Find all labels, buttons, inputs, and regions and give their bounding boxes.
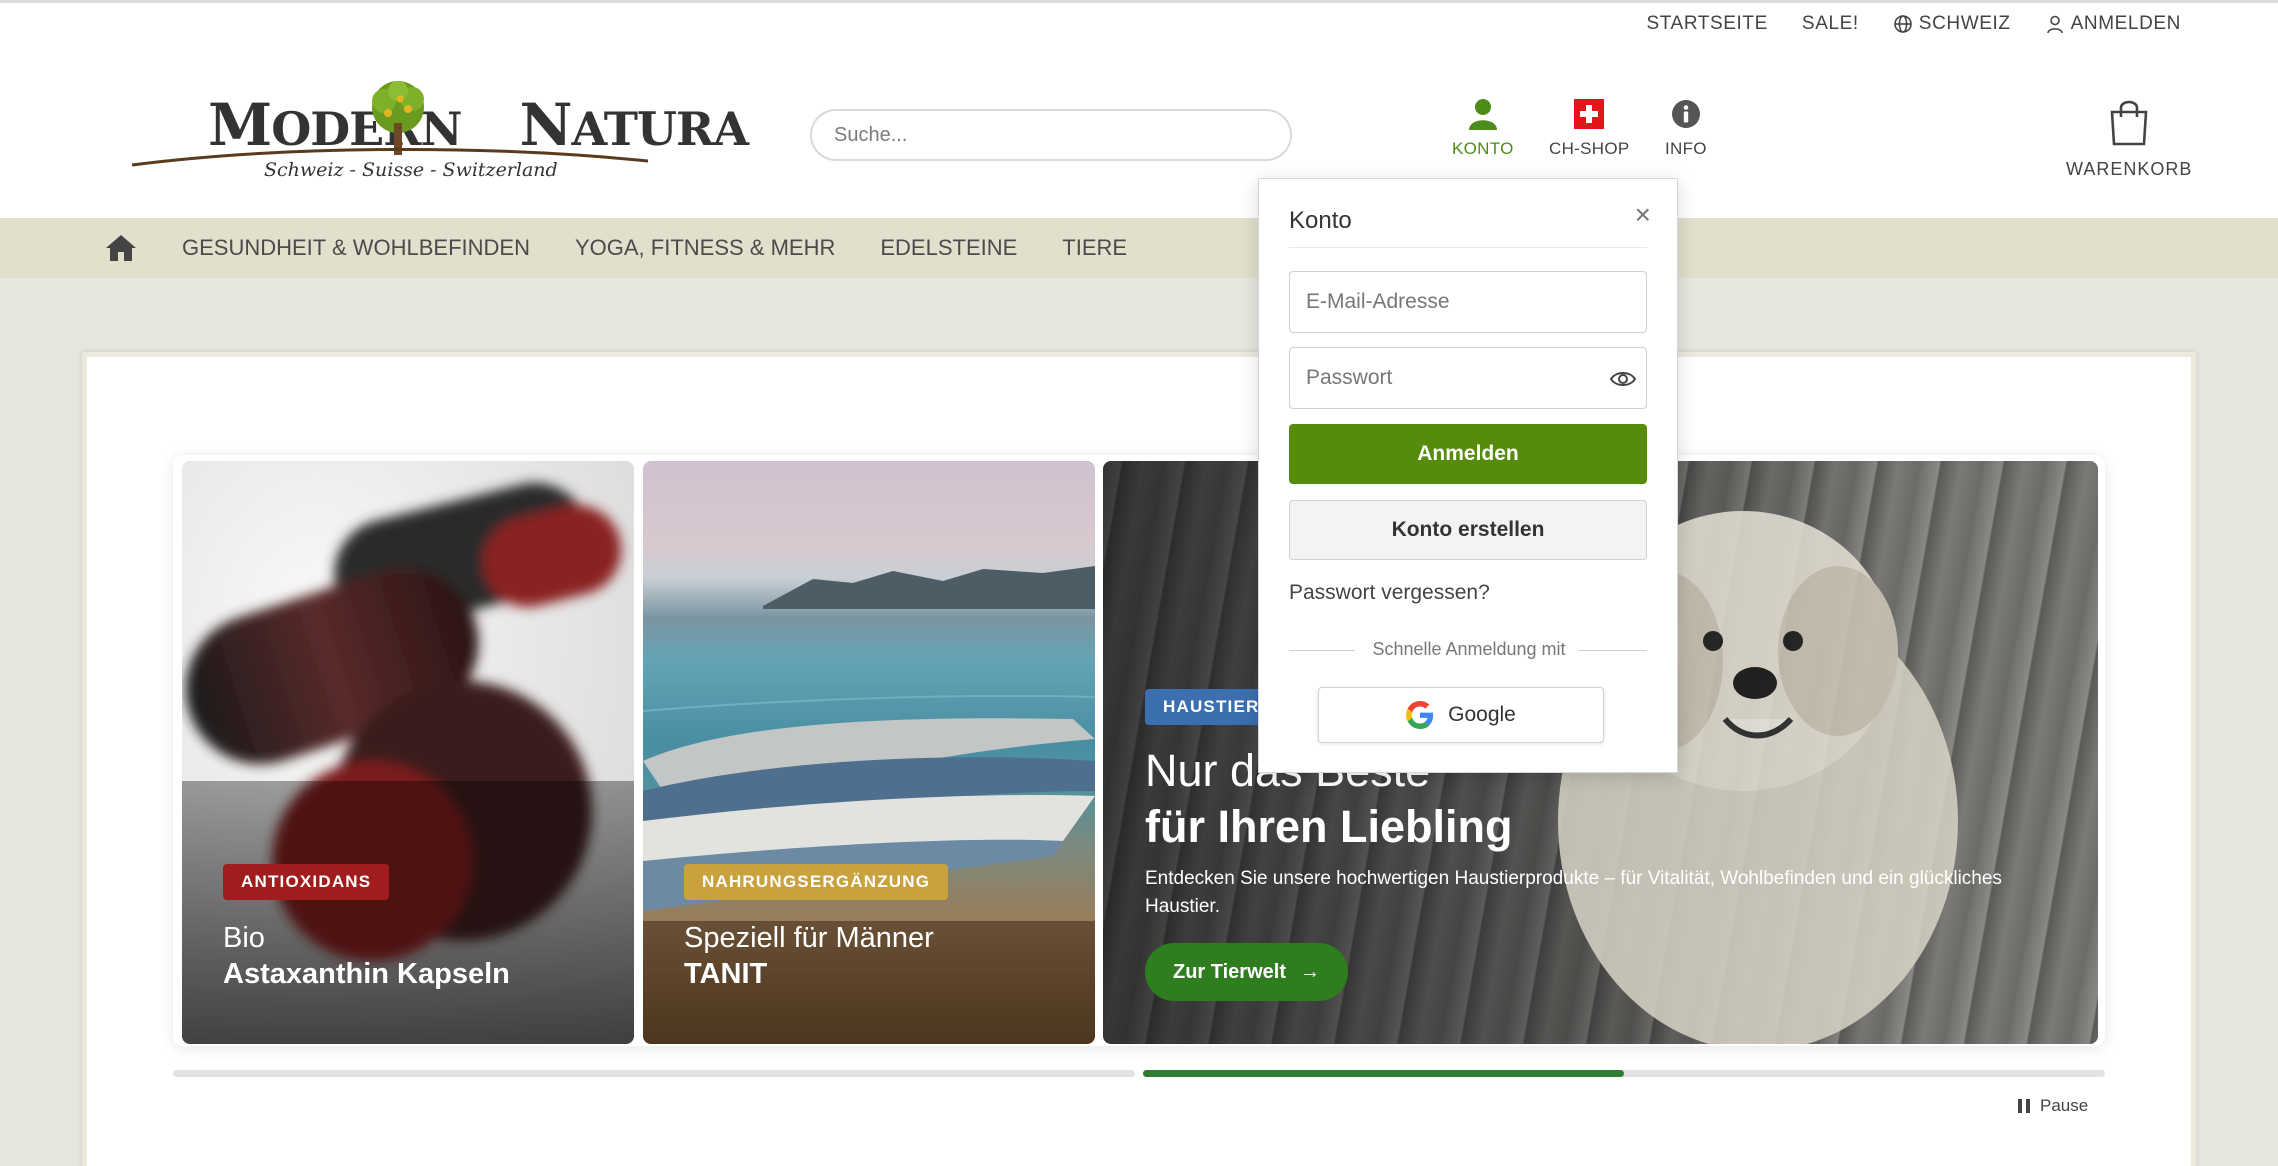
password-field[interactable] bbox=[1289, 347, 1647, 409]
slide2-line2: TANIT bbox=[684, 958, 768, 990]
slide1-badge: ANTIOXIDANS bbox=[223, 864, 390, 900]
slide1-line1: Bio bbox=[223, 922, 265, 954]
globe-icon bbox=[1893, 15, 1912, 33]
slide2-line1: Speziell für Männer bbox=[684, 922, 934, 954]
info-label: INFO bbox=[1665, 139, 1707, 158]
slide1-title: Bio Astaxanthin Kapseln bbox=[223, 920, 510, 992]
pause-label: Pause bbox=[2040, 1096, 2089, 1115]
google-label: Google bbox=[1448, 703, 1516, 726]
konto-button[interactable]: KONTO bbox=[1452, 97, 1514, 159]
cart-label: WARENKORB bbox=[2066, 159, 2193, 179]
swiss-flag-icon bbox=[1572, 97, 1606, 131]
pause-icon bbox=[2018, 1099, 2030, 1113]
user-outline-icon bbox=[2046, 15, 2063, 34]
topbar-startseite-link[interactable]: STARTSEITE bbox=[1646, 13, 1767, 35]
konto-label: KONTO bbox=[1452, 139, 1514, 158]
ch-shop-label: CH-SHOP bbox=[1549, 139, 1630, 158]
progress-segment-1[interactable] bbox=[173, 1070, 1135, 1077]
arrow-right-icon: → bbox=[1300, 960, 1320, 983]
site-logo[interactable]: MODERN NATURA Schweiz - Suisse - Switzerl… bbox=[130, 75, 749, 187]
google-icon bbox=[1406, 701, 1434, 729]
zur-tierwelt-button[interactable]: Zur Tierwelt → bbox=[1145, 943, 1348, 1001]
forgot-password-link[interactable]: Passwort vergessen? bbox=[1289, 581, 1490, 605]
info-button[interactable]: INFO bbox=[1665, 97, 1707, 159]
slide-astaxanthin[interactable]: ANTIOXIDANS Bio Astaxanthin Kapseln bbox=[182, 461, 634, 1044]
zur-tierwelt-label: Zur Tierwelt bbox=[1173, 960, 1286, 983]
site-header: STARTSEITE SALE! SCHWEIZ ANMELDEN MODERN… bbox=[0, 0, 2278, 218]
email-field[interactable] bbox=[1289, 271, 1647, 333]
topbar-country-link[interactable]: SCHWEIZ bbox=[1893, 13, 2011, 35]
topbar-startseite-label: STARTSEITE bbox=[1646, 13, 1768, 34]
divider-right bbox=[1579, 650, 1647, 651]
shopping-bag-icon bbox=[2106, 97, 2152, 147]
home-icon[interactable] bbox=[104, 230, 140, 266]
nav-item-gesundheit[interactable]: GESUNDHEIT & WOHLBEFINDEN bbox=[182, 235, 530, 261]
close-icon[interactable]: × bbox=[1635, 199, 1651, 231]
slide3-line2: für Ihren Liebling bbox=[1145, 801, 1513, 852]
eye-icon[interactable] bbox=[1609, 365, 1637, 393]
top-bar: STARTSEITE SALE! SCHWEIZ ANMELDEN bbox=[1646, 13, 2181, 35]
google-login-button[interactable]: Google bbox=[1318, 687, 1604, 743]
user-icon bbox=[1466, 97, 1500, 131]
topbar-login-link[interactable]: ANMELDEN bbox=[2045, 13, 2181, 35]
topbar-country-label: SCHWEIZ bbox=[1918, 13, 2011, 34]
ch-shop-button[interactable]: CH-SHOP bbox=[1549, 97, 1630, 159]
create-account-button[interactable]: Konto erstellen bbox=[1289, 500, 1647, 560]
login-button[interactable]: Anmelden bbox=[1289, 424, 1647, 484]
progress-segment-2[interactable] bbox=[1143, 1070, 2105, 1077]
topbar-sale-label: SALE! bbox=[1801, 13, 1859, 34]
konto-popup: Konto × Anmelden Konto erstellen Passwor… bbox=[1258, 178, 1678, 773]
search-input[interactable] bbox=[810, 109, 1292, 161]
main-navigation: GESUNDHEIT & WOHLBEFINDEN YOGA, FITNESS … bbox=[0, 218, 2278, 278]
cart-button[interactable]: WARENKORB bbox=[2066, 97, 2192, 180]
slide1-line2: Astaxanthin Kapseln bbox=[223, 958, 510, 990]
nav-item-tiere[interactable]: TIERE bbox=[1062, 235, 1127, 261]
popup-title: Konto bbox=[1289, 207, 1352, 234]
topbar-login-label: ANMELDEN bbox=[2070, 13, 2181, 34]
nav-item-edelsteine[interactable]: EDELSTEINE bbox=[880, 235, 1017, 261]
slide3-description: Entdecken Sie unsere hochwertigen Hausti… bbox=[1145, 868, 2002, 917]
progress-fill bbox=[1143, 1070, 1624, 1077]
info-icon bbox=[1669, 97, 1703, 131]
slide-tanit[interactable]: NAHRUNGSERGÄNZUNG Speziell für Männer TA… bbox=[643, 461, 1095, 1044]
slider-progress bbox=[173, 1070, 2105, 1078]
slide2-badge: NAHRUNGSERGÄNZUNG bbox=[684, 864, 949, 900]
pause-button[interactable]: Pause bbox=[2018, 1096, 2088, 1116]
nav-item-yoga[interactable]: YOGA, FITNESS & MEHR bbox=[575, 235, 835, 261]
popup-divider bbox=[1289, 247, 1647, 248]
topbar-sale-link[interactable]: SALE! bbox=[1802, 13, 1859, 35]
logo-tagline: Schweiz - Suisse - Switzerland bbox=[264, 159, 558, 181]
slide2-title: Speziell für Männer TANIT bbox=[684, 920, 934, 992]
